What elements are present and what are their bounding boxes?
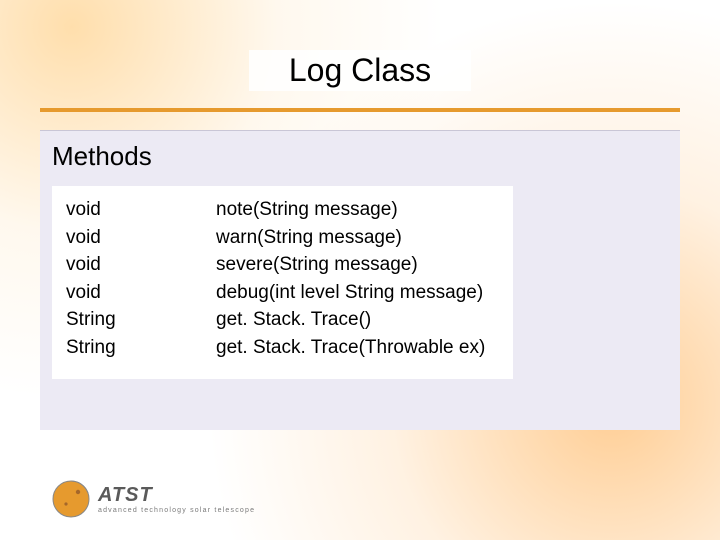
return-type: String [66, 334, 216, 362]
table-row: void severe(String message) [66, 251, 485, 279]
slide: Log Class Methods void note(String messa… [0, 0, 720, 540]
page-title: Log Class [249, 50, 471, 91]
table-row: void debug(int level String message) [66, 279, 485, 307]
method-signature: warn(String message) [216, 224, 402, 252]
sun-icon [50, 478, 92, 520]
logo-subtitle: advanced technology solar telescope [98, 507, 255, 514]
return-type: void [66, 279, 216, 307]
content-panel: Methods void note(String message) void w… [40, 130, 680, 430]
title-wrap: Log Class [40, 50, 680, 91]
method-table: void note(String message) void warn(Stri… [52, 186, 513, 379]
return-type: void [66, 224, 216, 252]
title-underline [40, 108, 680, 112]
return-type: String [66, 306, 216, 334]
table-row: void note(String message) [66, 196, 485, 224]
return-type: void [66, 196, 216, 224]
table-row: String get. Stack. Trace(Throwable ex) [66, 334, 485, 362]
method-signature: severe(String message) [216, 251, 418, 279]
footer-logo: ATST advanced technology solar telescope [50, 478, 255, 520]
return-type: void [66, 251, 216, 279]
table-row: void warn(String message) [66, 224, 485, 252]
logo-text: ATST advanced technology solar telescope [98, 484, 255, 514]
section-heading: Methods [52, 141, 668, 172]
logo-acronym: ATST [98, 484, 255, 507]
method-signature: get. Stack. Trace(Throwable ex) [216, 334, 485, 362]
table-row: String get. Stack. Trace() [66, 306, 485, 334]
method-signature: get. Stack. Trace() [216, 306, 371, 334]
method-signature: note(String message) [216, 196, 398, 224]
method-signature: debug(int level String message) [216, 279, 483, 307]
